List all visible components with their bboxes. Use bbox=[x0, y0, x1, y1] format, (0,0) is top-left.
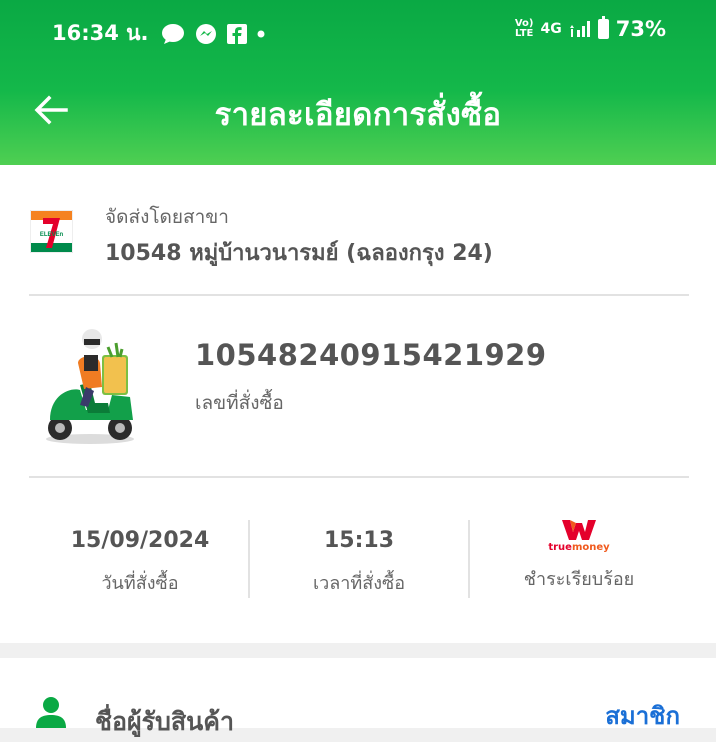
member-link[interactable]: สมาชิก bbox=[605, 696, 680, 735]
chat-bubble-icon bbox=[161, 23, 185, 45]
receiver-section: ชื่อผู้รับสินค้า สมาชิก bbox=[0, 658, 716, 736]
branch-caption: จัดส่งโดยสาขา bbox=[105, 206, 229, 228]
status-bar: 16:34 น. Vo) LTE 4G 73% bbox=[0, 0, 716, 62]
order-time-value: 15:13 bbox=[323, 528, 395, 553]
page-title: รายละเอียดการสั่งซื้อ bbox=[214, 97, 502, 133]
truemoney-w-icon bbox=[562, 520, 596, 540]
order-number: 10548240915421929 bbox=[195, 338, 547, 372]
network-type: 4G bbox=[540, 21, 562, 37]
header: 16:34 น. Vo) LTE 4G 73% รายละเอียดการสั่… bbox=[0, 0, 716, 165]
delivery-rider-illustration bbox=[46, 329, 134, 444]
seven-eleven-logo: ELEVEn bbox=[30, 210, 73, 253]
order-date: 15/09/2024 วันที่สั่งซื้อ bbox=[30, 520, 250, 597]
order-date-value: 15/09/2024 bbox=[70, 528, 210, 553]
notification-dot-icon bbox=[257, 30, 265, 38]
status-left: 16:34 น. bbox=[52, 17, 265, 50]
order-time: 15:13 เวลาที่สั่งซื้อ bbox=[249, 520, 469, 597]
messenger-icon bbox=[195, 23, 217, 45]
battery-icon bbox=[597, 16, 609, 39]
truemoney-text: truemoney bbox=[548, 542, 610, 553]
signal-icon bbox=[569, 19, 591, 39]
divider bbox=[29, 294, 689, 296]
battery-level: 73% bbox=[615, 17, 666, 41]
receiver-title: ชื่อผู้รับสินค้า bbox=[95, 707, 235, 736]
svg-text:ELEVEn: ELEVEn bbox=[40, 232, 64, 238]
order-time-label: เวลาที่สั่งซื้อ bbox=[312, 573, 406, 594]
payment-status: truemoney ชำระเรียบร้อย bbox=[469, 520, 689, 593]
branch-name: 10548 หมู่บ้านวนารมย์ (ฉลองกรุง 24) bbox=[105, 241, 493, 266]
status-right: Vo) LTE 4G 73% bbox=[514, 16, 666, 41]
payment-status-label: ชำระเรียบร้อย bbox=[523, 569, 635, 590]
status-time: 16:34 น. bbox=[52, 21, 149, 45]
order-date-label: วันที่สั่งซื้อ bbox=[101, 573, 179, 594]
divider bbox=[29, 476, 689, 478]
order-summary-card: ELEVEn จัดส่งโดยสาขา 10548 หมู่บ้านวนารม… bbox=[0, 165, 716, 643]
truemoney-logo: truemoney bbox=[469, 520, 689, 558]
order-number-caption: เลขที่สั่งซื้อ bbox=[195, 392, 284, 414]
person-icon bbox=[36, 697, 66, 728]
facebook-icon bbox=[226, 23, 247, 44]
volte-icon: Vo) LTE bbox=[514, 18, 534, 39]
app-bar: รายละเอียดการสั่งซื้อ bbox=[0, 75, 716, 150]
